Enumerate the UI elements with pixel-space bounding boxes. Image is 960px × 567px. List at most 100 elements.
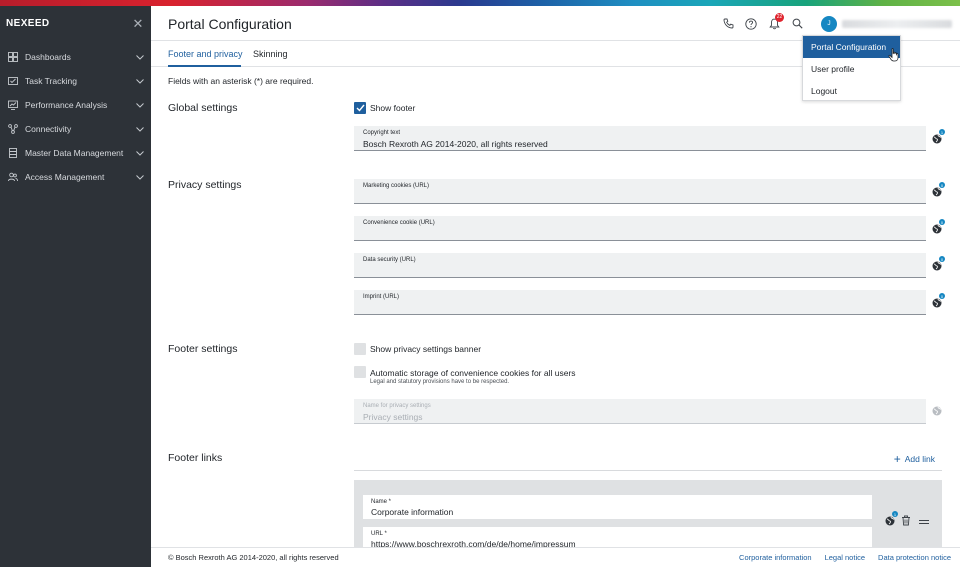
field-value: Corporate information	[371, 507, 454, 517]
sidebar-item-label: Access Management	[25, 172, 105, 182]
checkmark-icon	[356, 104, 365, 112]
auto-storage-cookies-checkbox[interactable]	[354, 366, 366, 378]
footer-links: Corporate information Legal notice Data …	[726, 553, 951, 562]
section-title-privacy-settings: Privacy settings	[168, 179, 242, 191]
sidebar: NEXEED ✕ Dashboards Task Tracking Perfor…	[0, 6, 151, 567]
hand-pointer-cursor-icon	[888, 48, 899, 62]
footer-copyright: © Bosch Rexroth AG 2014-2020, all rights…	[168, 553, 339, 562]
field-value: Privacy settings	[363, 412, 423, 422]
link-name-field[interactable]: Name * Corporate information	[363, 495, 872, 519]
main-content: Fields with an asterisk (*) are required…	[151, 67, 960, 547]
task-tracking-icon	[8, 76, 18, 86]
sidebar-item-connectivity[interactable]: Connectivity	[0, 117, 151, 141]
menu-item-logout[interactable]: Logout	[803, 80, 900, 102]
footer-link-corporate-information[interactable]: Corporate information	[739, 553, 812, 562]
sidebar-item-label: Connectivity	[25, 124, 72, 134]
sidebar-nav: Dashboards Task Tracking Performance Ana…	[0, 45, 151, 189]
performance-analysis-icon	[8, 100, 18, 110]
required-fields-note: Fields with an asterisk (*) are required…	[168, 76, 314, 86]
show-privacy-banner-checkbox[interactable]	[354, 343, 366, 355]
privacy-settings-name-field[interactable]: Name for privacy settings Privacy settin…	[354, 399, 926, 424]
section-title-footer-settings: Footer settings	[168, 343, 238, 355]
translation-globe-icon[interactable]: 0	[932, 256, 945, 271]
sidebar-item-label: Performance Analysis	[25, 100, 108, 110]
footer-link-card: Name * Corporate information URL * https…	[354, 480, 942, 547]
field-label: Name for privacy settings	[363, 403, 431, 409]
translation-count-badge: 0	[939, 182, 945, 188]
chevron-down-icon	[135, 174, 145, 180]
tab-footer-and-privacy[interactable]: Footer and privacy	[168, 49, 243, 59]
section-title-footer-links: Footer links	[168, 452, 223, 464]
chevron-down-icon	[135, 150, 145, 156]
marketing-cookies-url-field[interactable]: Marketing cookies (URL)	[354, 179, 926, 204]
field-label: Imprint (URL)	[363, 294, 400, 300]
sidebar-item-master-data-management[interactable]: Master Data Management	[0, 141, 151, 165]
translation-count-badge: 1	[939, 129, 945, 135]
page-title: Portal Configuration	[168, 16, 292, 32]
search-icon[interactable]	[791, 18, 803, 30]
user-menu-dropdown: Portal Configuration User profile Logout	[802, 35, 901, 101]
divider	[354, 470, 942, 471]
section-title-global-settings: Global settings	[168, 102, 238, 114]
translation-globe-icon[interactable]: 1	[932, 129, 945, 144]
sidebar-item-dashboards[interactable]: Dashboards	[0, 45, 151, 69]
footer-link-data-protection-notice[interactable]: Data protection notice	[878, 553, 951, 562]
plus-icon: +	[893, 452, 901, 466]
translation-count-badge: 0	[939, 256, 945, 262]
phone-icon[interactable]	[722, 18, 734, 30]
sidebar-item-performance-analysis[interactable]: Performance Analysis	[0, 93, 151, 117]
sidebar-item-task-tracking[interactable]: Task Tracking	[0, 69, 151, 93]
link-url-field[interactable]: URL * https://www.boschrexroth.com/de/de…	[363, 527, 872, 547]
avatar[interactable]: J	[821, 15, 837, 32]
translation-count-badge: 0	[939, 219, 945, 225]
field-label: Marketing cookies (URL)	[363, 183, 430, 189]
translation-count-badge: 0	[939, 293, 945, 299]
chevron-down-icon	[135, 78, 145, 84]
field-label: Copyright text	[363, 130, 401, 136]
translation-globe-icon[interactable]: 0	[932, 219, 945, 234]
show-footer-label: Show footer	[370, 103, 416, 113]
notification-count-badge: 22	[775, 12, 784, 22]
chevron-down-icon	[135, 102, 145, 108]
translation-globe-icon[interactable]: 1	[885, 511, 898, 526]
sidebar-item-access-management[interactable]: Access Management	[0, 165, 151, 189]
drag-handle-icon[interactable]	[919, 517, 929, 525]
field-label: URL *	[371, 531, 387, 537]
sidebar-item-label: Task Tracking	[25, 76, 77, 86]
trash-icon[interactable]	[901, 515, 911, 526]
brand-logo: NEXEED	[6, 18, 50, 29]
convenience-cookie-url-field[interactable]: Convenience cookie (URL)	[354, 216, 926, 241]
sidebar-item-label: Dashboards	[25, 52, 71, 62]
field-label: Name *	[371, 499, 392, 505]
add-link-button[interactable]: + Add link	[893, 452, 935, 466]
help-icon[interactable]	[745, 17, 757, 30]
translation-count-badge: 1	[892, 511, 898, 517]
imprint-url-field[interactable]: Imprint (URL)	[354, 290, 926, 315]
auto-storage-cookies-hint: Legal and statutory provisions have to b…	[370, 379, 510, 385]
add-link-label: Add link	[904, 454, 935, 464]
chevron-down-icon	[135, 126, 145, 132]
users-icon	[8, 172, 18, 182]
translation-globe-icon[interactable]: 0	[932, 293, 945, 308]
tab-skinning[interactable]: Skinning	[253, 49, 288, 59]
data-security-url-field[interactable]: Data security (URL)	[354, 253, 926, 278]
chevron-down-icon	[135, 54, 145, 60]
database-icon	[8, 148, 18, 158]
user-name-blurred[interactable]	[842, 19, 952, 28]
field-label: Convenience cookie (URL)	[363, 220, 435, 226]
copyright-text-field[interactable]: Copyright text Bosch Rexroth AG 2014-202…	[354, 126, 926, 151]
field-value: https://www.boschrexroth.com/de/de/home/…	[371, 539, 576, 547]
sidebar-header: NEXEED ✕	[0, 6, 151, 41]
footer-link-legal-notice[interactable]: Legal notice	[825, 553, 865, 562]
page-footer: © Bosch Rexroth AG 2014-2020, all rights…	[151, 547, 960, 567]
field-value: Bosch Rexroth AG 2014-2020, all rights r…	[363, 139, 548, 149]
translation-globe-icon[interactable]: 0	[932, 182, 945, 197]
show-footer-checkbox[interactable]	[354, 102, 366, 114]
translation-globe-icon-disabled	[932, 406, 942, 416]
field-label: Data security (URL)	[363, 257, 416, 263]
menu-item-user-profile[interactable]: User profile	[803, 58, 900, 80]
sidebar-item-label: Master Data Management	[25, 148, 124, 158]
close-sidebar-icon[interactable]: ✕	[131, 16, 145, 32]
menu-item-portal-configuration[interactable]: Portal Configuration	[803, 36, 900, 58]
notifications-bell-icon[interactable]: 22	[768, 12, 784, 30]
